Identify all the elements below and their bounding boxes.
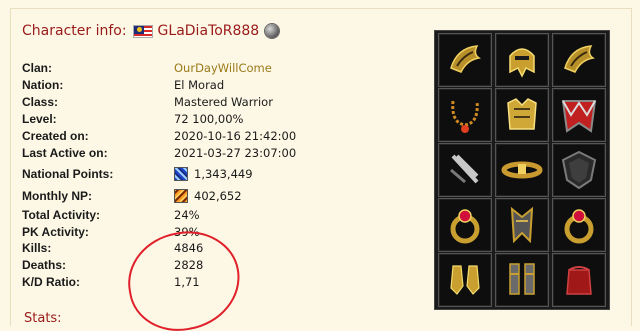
clan-link[interactable]: OurDayWillCome (174, 61, 272, 75)
info-key: Level: (22, 112, 57, 126)
character-name: GLaDiaToR888 (157, 23, 260, 39)
info-row-last-active: Last Active on: 2021-03-27 23:07:00 (22, 145, 322, 161)
ring-right-icon (564, 209, 594, 244)
equipment-slot[interactable] (438, 33, 492, 87)
info-row-level: Level: 72 100,00% (22, 111, 322, 127)
stats-heading: Stats: (24, 311, 62, 326)
equipment-slot[interactable] (438, 253, 492, 307)
info-key: Monthly NP: (22, 189, 92, 203)
info-value: 402,652 (174, 189, 242, 203)
equipment-slot[interactable] (495, 198, 549, 252)
info-key: National Points: (22, 167, 114, 181)
equipment-slot[interactable] (552, 88, 606, 142)
pouch-icon (566, 266, 592, 295)
helmet-icon (509, 48, 535, 78)
weapon-right-icon (450, 154, 479, 184)
equipment-slot[interactable] (495, 143, 549, 197)
malaysia-flag-icon (132, 24, 153, 38)
ring-left-icon (450, 209, 480, 244)
info-value: 24% (174, 208, 200, 222)
equipment-slot[interactable] (495, 253, 549, 307)
info-key: Nation: (22, 78, 64, 92)
info-row-clan: Clan: OurDayWillCome (22, 60, 322, 76)
info-key: Created on: (22, 129, 89, 143)
equipment-slot[interactable] (552, 198, 606, 252)
equipment-slot[interactable] (552, 253, 606, 307)
info-row-total-activity: Total Activity: 24% (22, 207, 322, 223)
offline-status-icon (265, 24, 280, 38)
character-header: Character info: GLaDiaToR888 (22, 20, 280, 42)
national-points-value: 1,343,449 (194, 167, 253, 181)
info-value: 2021-03-27 23:07:00 (174, 146, 297, 160)
equipment-slot[interactable] (552, 143, 606, 197)
info-value: Mastered Warrior (174, 95, 273, 109)
monthly-np-icon (174, 189, 188, 203)
belt-icon (501, 161, 543, 179)
equipment-slot[interactable] (438, 88, 492, 142)
monthly-np-value: 402,652 (194, 189, 242, 203)
gauntlet-icon (510, 206, 534, 244)
info-key: Total Activity: (22, 208, 101, 222)
info-key: Class: (22, 95, 59, 109)
necklace-icon (451, 100, 479, 133)
boots-icon (509, 263, 535, 295)
equipment-slot[interactable] (438, 198, 492, 252)
info-value: El Morad (174, 78, 225, 92)
info-key: PK Activity: (22, 225, 89, 239)
info-row-nation: Nation: El Morad (22, 77, 322, 93)
info-key: Last Active on: (22, 146, 108, 160)
character-info-label: Character info: (22, 23, 127, 39)
gloves-icon (450, 265, 480, 295)
info-row-monthly-np: Monthly NP: 402,652 (22, 186, 322, 206)
shoulder-right-icon (564, 45, 595, 73)
info-row-class: Class: Mastered Warrior (22, 94, 322, 110)
equipment-slot[interactable] (438, 143, 492, 197)
equipment-slot[interactable] (495, 33, 549, 87)
info-row-national-points: National Points: 1,343,449 (22, 164, 322, 184)
info-value: 1,343,449 (174, 167, 253, 181)
equipment-slot[interactable] (495, 88, 549, 142)
info-row-created: Created on: 2020-10-16 21:42:00 (22, 128, 322, 144)
shoulder-left-icon (450, 45, 481, 73)
info-value: 2020-10-16 21:42:00 (174, 129, 297, 143)
chest-armor-icon (507, 98, 537, 130)
info-key: Clan: (22, 61, 52, 75)
national-points-icon (174, 167, 188, 181)
equipment-grid (434, 30, 610, 310)
cape-icon (561, 100, 597, 133)
shield-icon (561, 150, 597, 190)
info-value: 72 100,00% (174, 112, 244, 126)
equipment-slot[interactable] (552, 33, 606, 87)
